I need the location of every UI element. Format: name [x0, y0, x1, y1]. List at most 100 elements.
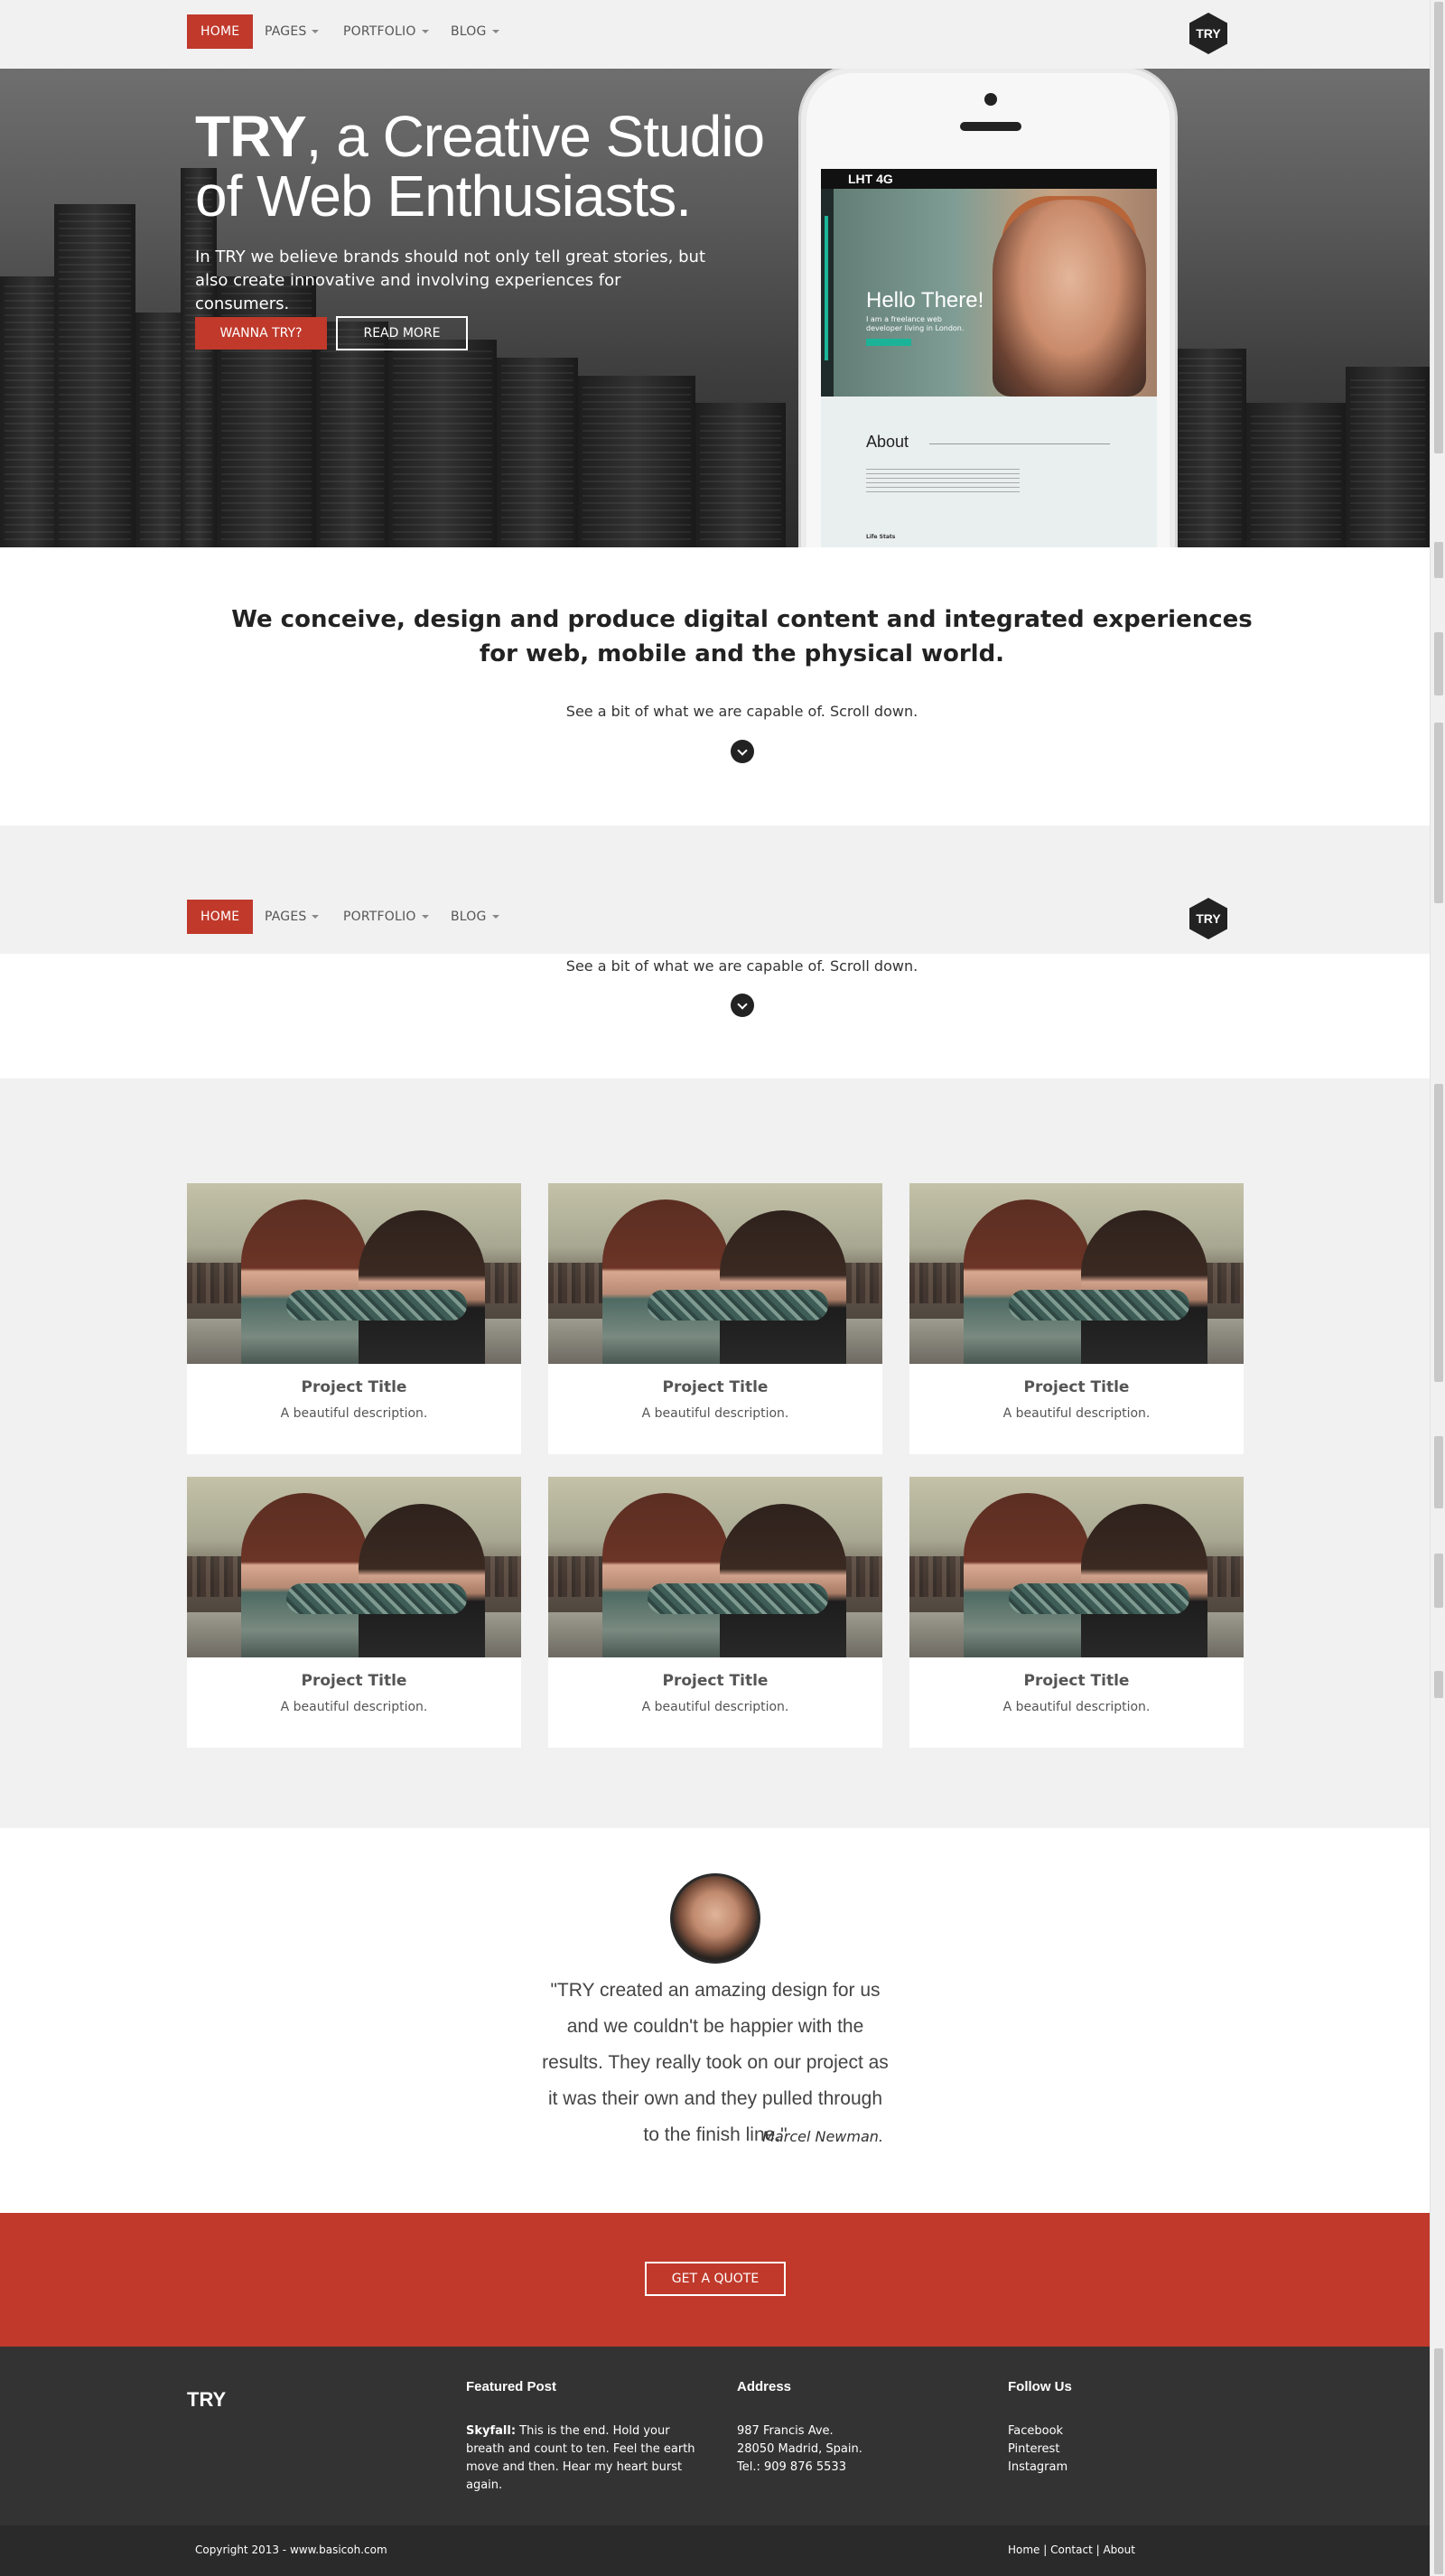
nav-pages[interactable]: PAGES — [265, 14, 320, 49]
image-arm — [1009, 1583, 1189, 1614]
address-line: 987 Francis Ave. — [737, 2424, 834, 2438]
scrollbar-thumb[interactable] — [1434, 1084, 1443, 1382]
project-description: A beautiful description. — [641, 1406, 789, 1421]
scroll-down-icon[interactable] — [731, 740, 754, 763]
image-man — [359, 1504, 485, 1657]
page-scrollbar[interactable] — [1430, 0, 1445, 2576]
nav-home[interactable]: HOME — [187, 14, 254, 49]
footer-address-title: Address — [737, 2379, 792, 2394]
intro-section: We conceive, design and produce digital … — [0, 547, 1430, 826]
read-more-button[interactable]: READ MORE — [336, 316, 468, 350]
footer-featured-bold: Skyfall: — [466, 2424, 517, 2438]
project-title[interactable]: Project Title — [187, 1378, 521, 1396]
get-quote-button[interactable]: GET A QUOTE — [645, 2262, 786, 2296]
footer-link-about[interactable]: About — [1103, 2543, 1134, 2556]
image-arm — [648, 1583, 828, 1614]
footer-featured-title: Featured Post — [466, 2379, 557, 2394]
footer-sep: | — [1092, 2543, 1104, 2556]
screen-about-heading: About — [866, 433, 909, 451]
nav-portfolio[interactable]: PORTFOLIO — [343, 900, 429, 934]
scrollbar-thumb[interactable] — [1434, 1671, 1443, 1698]
scrollbar-thumb[interactable] — [1434, 1554, 1443, 1608]
footer-address: 987 Francis Ave. 28050 Madrid, Spain. Te… — [737, 2422, 918, 2477]
project-image[interactable] — [548, 1477, 882, 1657]
project-title[interactable]: Project Title — [548, 1378, 882, 1396]
intro-subtext: See a bit of what we are capable of. Scr… — [565, 957, 918, 975]
hero-title: TRY, a Creative Studio of Web Enthusiast… — [195, 104, 765, 226]
facebook-link[interactable]: Facebook — [1008, 2424, 1063, 2438]
phone-screen: LHT 4G Hello There! I am a freelance web… — [821, 169, 1157, 547]
project-description: A beautiful description. — [280, 1406, 428, 1421]
portfolio-card[interactable]: Project Title A beautiful description. — [909, 1477, 1244, 1748]
nav-blog[interactable]: BLOG — [451, 900, 499, 934]
bottom-bar: Copyright 2013 - www.basicoh.com Home | … — [0, 2525, 1430, 2576]
city-building — [695, 403, 786, 547]
nav-pages-label: PAGES — [265, 910, 307, 924]
city-building — [1246, 403, 1346, 547]
image-woman — [602, 1493, 729, 1657]
footer-link-contact[interactable]: Contact — [1050, 2543, 1093, 2556]
screen-about-text — [866, 465, 1020, 492]
intro-repeat-section: See a bit of what we are capable of. Scr… — [0, 954, 1430, 1078]
instagram-link[interactable]: Instagram — [1008, 2460, 1067, 2474]
city-building — [316, 322, 388, 547]
scrollbar-thumb[interactable] — [1434, 723, 1443, 903]
screen-about: About Life Stats — [821, 397, 1157, 547]
caret-down-icon — [312, 30, 320, 33]
scroll-down-icon[interactable] — [731, 994, 754, 1017]
screen-button — [866, 339, 911, 346]
sticky-navbar: HOME PAGES PORTFOLIO BLOG TRY — [0, 885, 1430, 954]
portfolio-card[interactable]: Project Title A beautiful description. — [548, 1183, 882, 1454]
hero-subtitle: In TRY we believe brands should not only… — [195, 247, 705, 313]
testimonial-quote: "TRY created an amazing design for us an… — [542, 1980, 889, 2145]
testimonial-author: Marcel Newman. — [762, 2128, 883, 2145]
project-image[interactable] — [909, 1183, 1244, 1364]
project-title[interactable]: Project Title — [548, 1672, 882, 1690]
city-building — [578, 376, 695, 547]
project-title[interactable]: Project Title — [187, 1672, 521, 1690]
nav-portfolio-label: PORTFOLIO — [343, 910, 416, 924]
scrollbar-thumb[interactable] — [1434, 632, 1443, 695]
screen-hero: Hello There! I am a freelance web develo… — [821, 189, 1157, 397]
nav-pages[interactable]: PAGES — [265, 900, 320, 934]
image-woman — [964, 1199, 1090, 1364]
scrollbar-thumb[interactable] — [1434, 2348, 1443, 2574]
city-building — [497, 358, 578, 547]
nav-blog[interactable]: BLOG — [451, 14, 499, 49]
project-image[interactable] — [909, 1477, 1244, 1657]
nav-home[interactable]: HOME — [187, 900, 254, 934]
wanna-try-button[interactable]: WANNA TRY? — [195, 317, 327, 350]
hero-section: TRY, a Creative Studio of Web Enthusiast… — [0, 69, 1430, 547]
pinterest-link[interactable]: Pinterest — [1008, 2442, 1059, 2456]
address-line: Tel.: 909 876 5533 — [737, 2460, 846, 2474]
portfolio-card[interactable]: Project Title A beautiful description. — [187, 1183, 521, 1454]
portfolio-card[interactable]: Project Title A beautiful description. — [187, 1477, 521, 1748]
footer-link-home[interactable]: Home — [1008, 2543, 1039, 2556]
project-image[interactable] — [187, 1183, 521, 1364]
project-image[interactable] — [548, 1183, 882, 1364]
screen-about-rule — [929, 443, 1110, 444]
image-woman — [241, 1199, 368, 1364]
city-building — [1174, 349, 1246, 547]
footer-follow-links: Facebook Pinterest Instagram — [1008, 2422, 1189, 2477]
nav-blog-label: BLOG — [451, 910, 487, 924]
portfolio-card[interactable]: Project Title A beautiful description. — [548, 1477, 882, 1748]
image-woman — [602, 1199, 729, 1364]
scrollbar-thumb[interactable] — [1434, 2, 1443, 453]
image-arm — [1009, 1290, 1189, 1321]
city-building — [1346, 367, 1430, 547]
city-building — [388, 340, 497, 547]
image-man — [1081, 1210, 1207, 1364]
portfolio-card[interactable]: Project Title A beautiful description. — [909, 1183, 1244, 1454]
image-man — [1081, 1504, 1207, 1657]
scrollbar-thumb[interactable] — [1434, 542, 1443, 578]
caret-down-icon — [491, 30, 499, 33]
nav-portfolio[interactable]: PORTFOLIO — [343, 14, 429, 49]
project-image[interactable] — [187, 1477, 521, 1657]
project-title[interactable]: Project Title — [909, 1672, 1244, 1690]
project-title[interactable]: Project Title — [909, 1378, 1244, 1396]
hero-title-rest: , a Creative Studio — [305, 104, 765, 169]
phone-speaker — [960, 122, 1021, 131]
city-building — [54, 204, 135, 547]
scrollbar-thumb[interactable] — [1434, 1436, 1443, 1508]
